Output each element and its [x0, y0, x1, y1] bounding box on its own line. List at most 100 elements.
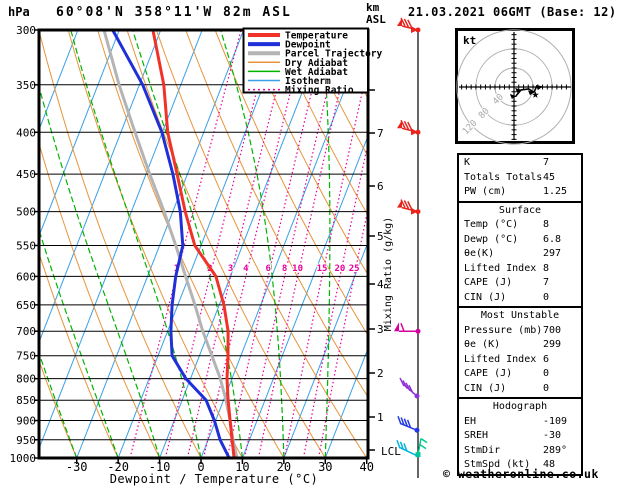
panel-section-most-unstable: Most Unstable Pressure (mb) 700 θe (K) 299 Li…	[457, 306, 583, 399]
hodograph-plot: 4080120kt★	[455, 28, 575, 145]
stat-row: Lifted Index 6	[459, 353, 581, 368]
barb-dot	[414, 427, 420, 433]
pressure-tick-label: 550	[16, 239, 36, 252]
stat-row: CIN (J) 0	[459, 291, 581, 306]
stat-label: StmDir	[464, 444, 501, 456]
stat-label: Temp (°C)	[464, 219, 519, 230]
pressure-tick-label: 750	[16, 350, 36, 363]
stat-label: Totals Totals	[464, 171, 543, 183]
barb-feather	[400, 322, 405, 332]
stat-label: θe (K)	[464, 339, 501, 350]
hodograph-unit-label: kt	[463, 34, 476, 47]
wind-barb	[397, 199, 421, 215]
pressure-tick-label: 650	[16, 299, 36, 312]
stat-label: CIN (J)	[464, 291, 507, 303]
barb-feather	[419, 444, 427, 450]
mixing-ratio-label: 20	[335, 264, 346, 274]
barb-dot	[415, 27, 421, 33]
mixing-ratio-label: 8	[282, 264, 287, 274]
stat-value: 0	[543, 291, 550, 303]
stat-row: PW (cm) 1.25	[459, 185, 581, 200]
stat-label: EH	[464, 415, 477, 427]
wind-barb	[397, 119, 421, 136]
stat-label: SREH	[464, 430, 489, 441]
temp-tick-label: 30	[318, 460, 332, 474]
mixing-ratio-line	[186, 30, 293, 458]
mixing-ratio-label: 4	[243, 264, 249, 274]
km-tick-label: 2	[377, 367, 384, 380]
pressure-tick-label: 1000	[10, 452, 37, 465]
stat-value: -30	[543, 430, 562, 441]
pressure-tick-label: 700	[16, 325, 36, 338]
wind-barb	[399, 377, 420, 399]
indices-panel: K 7 Totals Totals 45 PW (cm) 1.25 Surface Temp …	[457, 153, 583, 476]
stat-row: EH -109	[459, 415, 581, 430]
stat-value: 700	[543, 324, 562, 336]
legend-label: Mixing Ratio	[285, 85, 354, 96]
stat-value: 6	[543, 353, 550, 365]
stat-label: K	[464, 157, 471, 168]
stat-label: Lifted Index	[464, 353, 537, 365]
barb-dot	[414, 393, 420, 399]
wind-barb	[397, 416, 420, 433]
stat-row: Pressure (mb) 700	[459, 324, 581, 339]
pressure-tick-label: 600	[16, 270, 36, 283]
mixing-ratio-label: 25	[349, 264, 360, 274]
stat-value: 8	[543, 262, 550, 274]
x-axis-title: Dewpoint / Temperature (°C)	[110, 472, 319, 486]
stat-row: Temp (°C) 8	[459, 218, 581, 233]
panel-section-surface: Surface Temp (°C) 8 Dewp (°C) 6.8 θe(K) 297 Lif…	[457, 200, 583, 308]
barb-dot	[415, 129, 421, 135]
wet-adiabat	[220, 30, 285, 458]
mixing-ratio-label: 3	[228, 264, 233, 274]
barb-shaft	[398, 446, 419, 457]
wind-barb	[394, 322, 421, 334]
pressure-tick-label: 400	[16, 126, 36, 139]
stat-value: 0	[543, 382, 550, 394]
isotherm	[39, 30, 203, 450]
stat-label: CAPE (J)	[464, 368, 513, 379]
stat-value: 7	[543, 277, 550, 288]
hodograph-panel: 40 80 120 kt ★	[455, 28, 575, 149]
stat-value: 7	[543, 157, 550, 168]
pressure-tick-label: 450	[16, 168, 36, 181]
sounding-screenshot: hPa 60°08'N 358°11'W 82m ASL km ASL 21.03…	[0, 0, 629, 486]
section-title: Hodograph	[492, 401, 548, 412]
stat-label: CIN (J)	[464, 382, 507, 394]
pressure-tick-label: 850	[16, 394, 36, 407]
temp-tick-label: -30	[66, 460, 88, 474]
stat-label: CAPE (J)	[464, 277, 513, 288]
stat-value: 8	[543, 219, 550, 230]
stat-value: 289°	[543, 444, 568, 456]
stat-row: Lifted Index 8	[459, 262, 581, 277]
stat-row: Totals Totals 45	[459, 171, 581, 186]
stat-label: Pressure (mb)	[464, 324, 543, 336]
mixing-ratio-label: 6	[265, 264, 270, 274]
temperature-curve	[151, 30, 236, 458]
pressure-tick-label: 350	[16, 79, 36, 92]
stat-label: PW (cm)	[464, 186, 507, 197]
dry-adiabat	[97, 30, 285, 458]
storm-motion-star: ★	[532, 87, 540, 102]
stat-value: 299	[543, 339, 562, 350]
sounding-curves	[102, 30, 239, 458]
mixing-ratio-label: 15	[317, 264, 328, 274]
stat-value: -109	[543, 415, 568, 427]
panel-section-indices: K 7 Totals Totals 45 PW (cm) 1.25	[457, 153, 583, 203]
mixing-ratio-axis-title: Mixing Ratio (g/kg)	[383, 217, 394, 331]
section-title: Most Unstable	[480, 310, 560, 321]
wind-barb	[415, 438, 428, 458]
stat-row: θe(K) 297	[459, 247, 581, 262]
copyright: © weatheronline.co.uk	[443, 467, 599, 481]
barb-pennant	[394, 322, 399, 332]
stat-row: K7	[459, 156, 581, 171]
km-tick-label: 6	[377, 180, 384, 193]
barb-feather	[397, 416, 402, 425]
barb-feather	[420, 438, 428, 444]
panel-section-hodograph: Hodograph EH -109 SREH -30 StmDir 289° StmSpd (…	[457, 397, 583, 476]
stat-value: 1.25	[543, 186, 568, 197]
stat-label: Dewp (°C)	[464, 233, 519, 245]
stat-value: 297	[543, 248, 562, 259]
temp-tick-label: 40	[359, 460, 373, 474]
stat-value: 0	[543, 368, 550, 379]
